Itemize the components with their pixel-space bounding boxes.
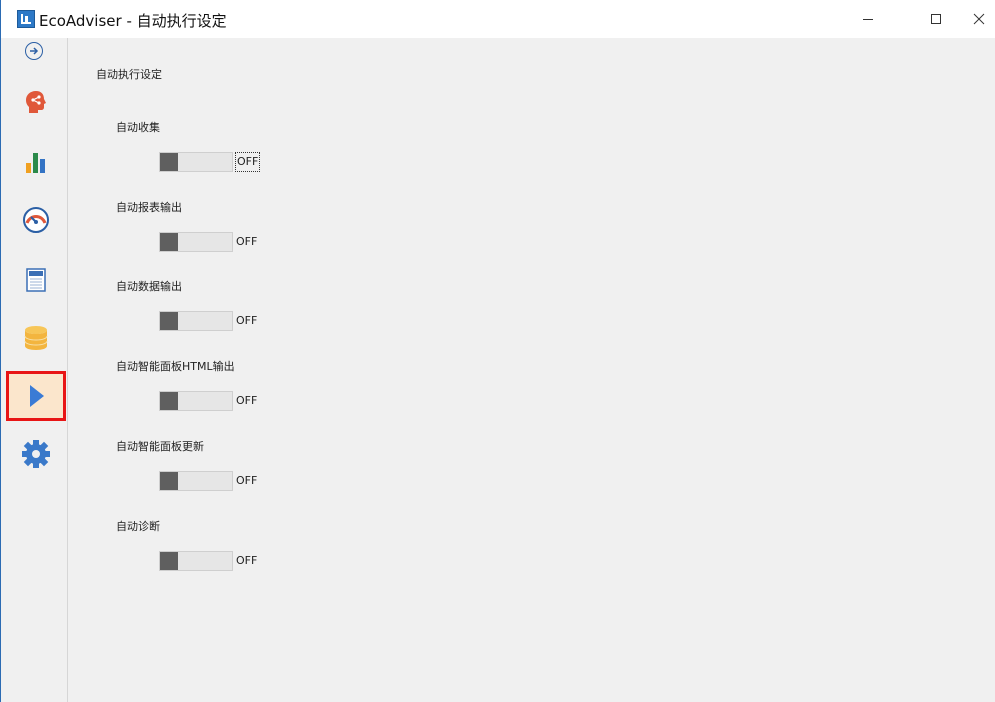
close-button[interactable] (956, 0, 995, 38)
sidebar-item-database[interactable] (6, 313, 66, 363)
setting-label-auto-report-output: 自动报表输出 (116, 201, 182, 214)
auto-dashboard-update-state: OFF (236, 474, 258, 487)
toggle-knob (160, 153, 178, 171)
auto-dashboard-update-toggle[interactable] (159, 471, 233, 491)
auto-report-output-toggle[interactable] (159, 232, 233, 252)
toggle-knob (160, 312, 178, 330)
title-bar[interactable]: EcoAdviser - 自动执行设定 (1, 0, 995, 38)
toggle-knob (160, 552, 178, 570)
share-head-icon (26, 91, 46, 113)
setting-label-auto-collect: 自动收集 (116, 121, 160, 134)
sidebar-item-monitor[interactable] (6, 195, 66, 245)
auto-data-output-state: OFF (236, 314, 258, 327)
minimize-button[interactable] (845, 0, 891, 38)
main-content: 自动执行设定 自动收集 OFF 自动报表输出 OFF 自动数据输出 OFF 自动… (69, 38, 995, 702)
sidebar-item-share[interactable] (6, 77, 66, 127)
bar-chart-icon (26, 153, 45, 173)
gear-icon (22, 440, 50, 468)
maximize-button[interactable] (913, 0, 959, 38)
auto-collect-toggle[interactable] (159, 152, 233, 172)
sidebar (2, 38, 68, 702)
database-icon (24, 326, 48, 350)
auto-diagnosis-toggle[interactable] (159, 551, 233, 571)
sidebar-item-report[interactable] (6, 255, 66, 305)
close-icon (973, 13, 985, 25)
sidebar-item-charts[interactable] (6, 137, 66, 187)
window-title: EcoAdviser - 自动执行设定 (39, 12, 227, 30)
app-window: EcoAdviser - 自动执行设定 自动执行设定 自动收集 OFF 自动报表… (0, 0, 995, 702)
toggle-knob (160, 472, 178, 490)
sidebar-item-auto-execute[interactable] (6, 371, 66, 421)
toggle-knob (160, 392, 178, 410)
auto-diagnosis-state: OFF (236, 554, 258, 567)
auto-report-output-state: OFF (236, 235, 258, 248)
gauge-icon (23, 207, 49, 233)
sidebar-collapse-button[interactable] (25, 42, 43, 60)
toggle-knob (160, 233, 178, 251)
report-icon (26, 268, 46, 292)
play-icon (30, 385, 44, 407)
auto-data-output-toggle[interactable] (159, 311, 233, 331)
setting-label-auto-data-output: 自动数据输出 (116, 280, 182, 293)
page-title: 自动执行设定 (96, 68, 162, 81)
collapse-arrow-icon (30, 47, 39, 55)
setting-label-auto-dashboard-html-output: 自动智能面板HTML输出 (116, 360, 235, 373)
setting-label-auto-dashboard-update: 自动智能面板更新 (116, 440, 204, 453)
app-logo-icon (17, 10, 35, 28)
auto-dashboard-html-output-toggle[interactable] (159, 391, 233, 411)
auto-collect-state: OFF (235, 152, 261, 172)
auto-dashboard-html-output-state: OFF (236, 394, 258, 407)
sidebar-item-settings[interactable] (6, 429, 66, 479)
setting-label-auto-diagnosis: 自动诊断 (116, 520, 160, 533)
